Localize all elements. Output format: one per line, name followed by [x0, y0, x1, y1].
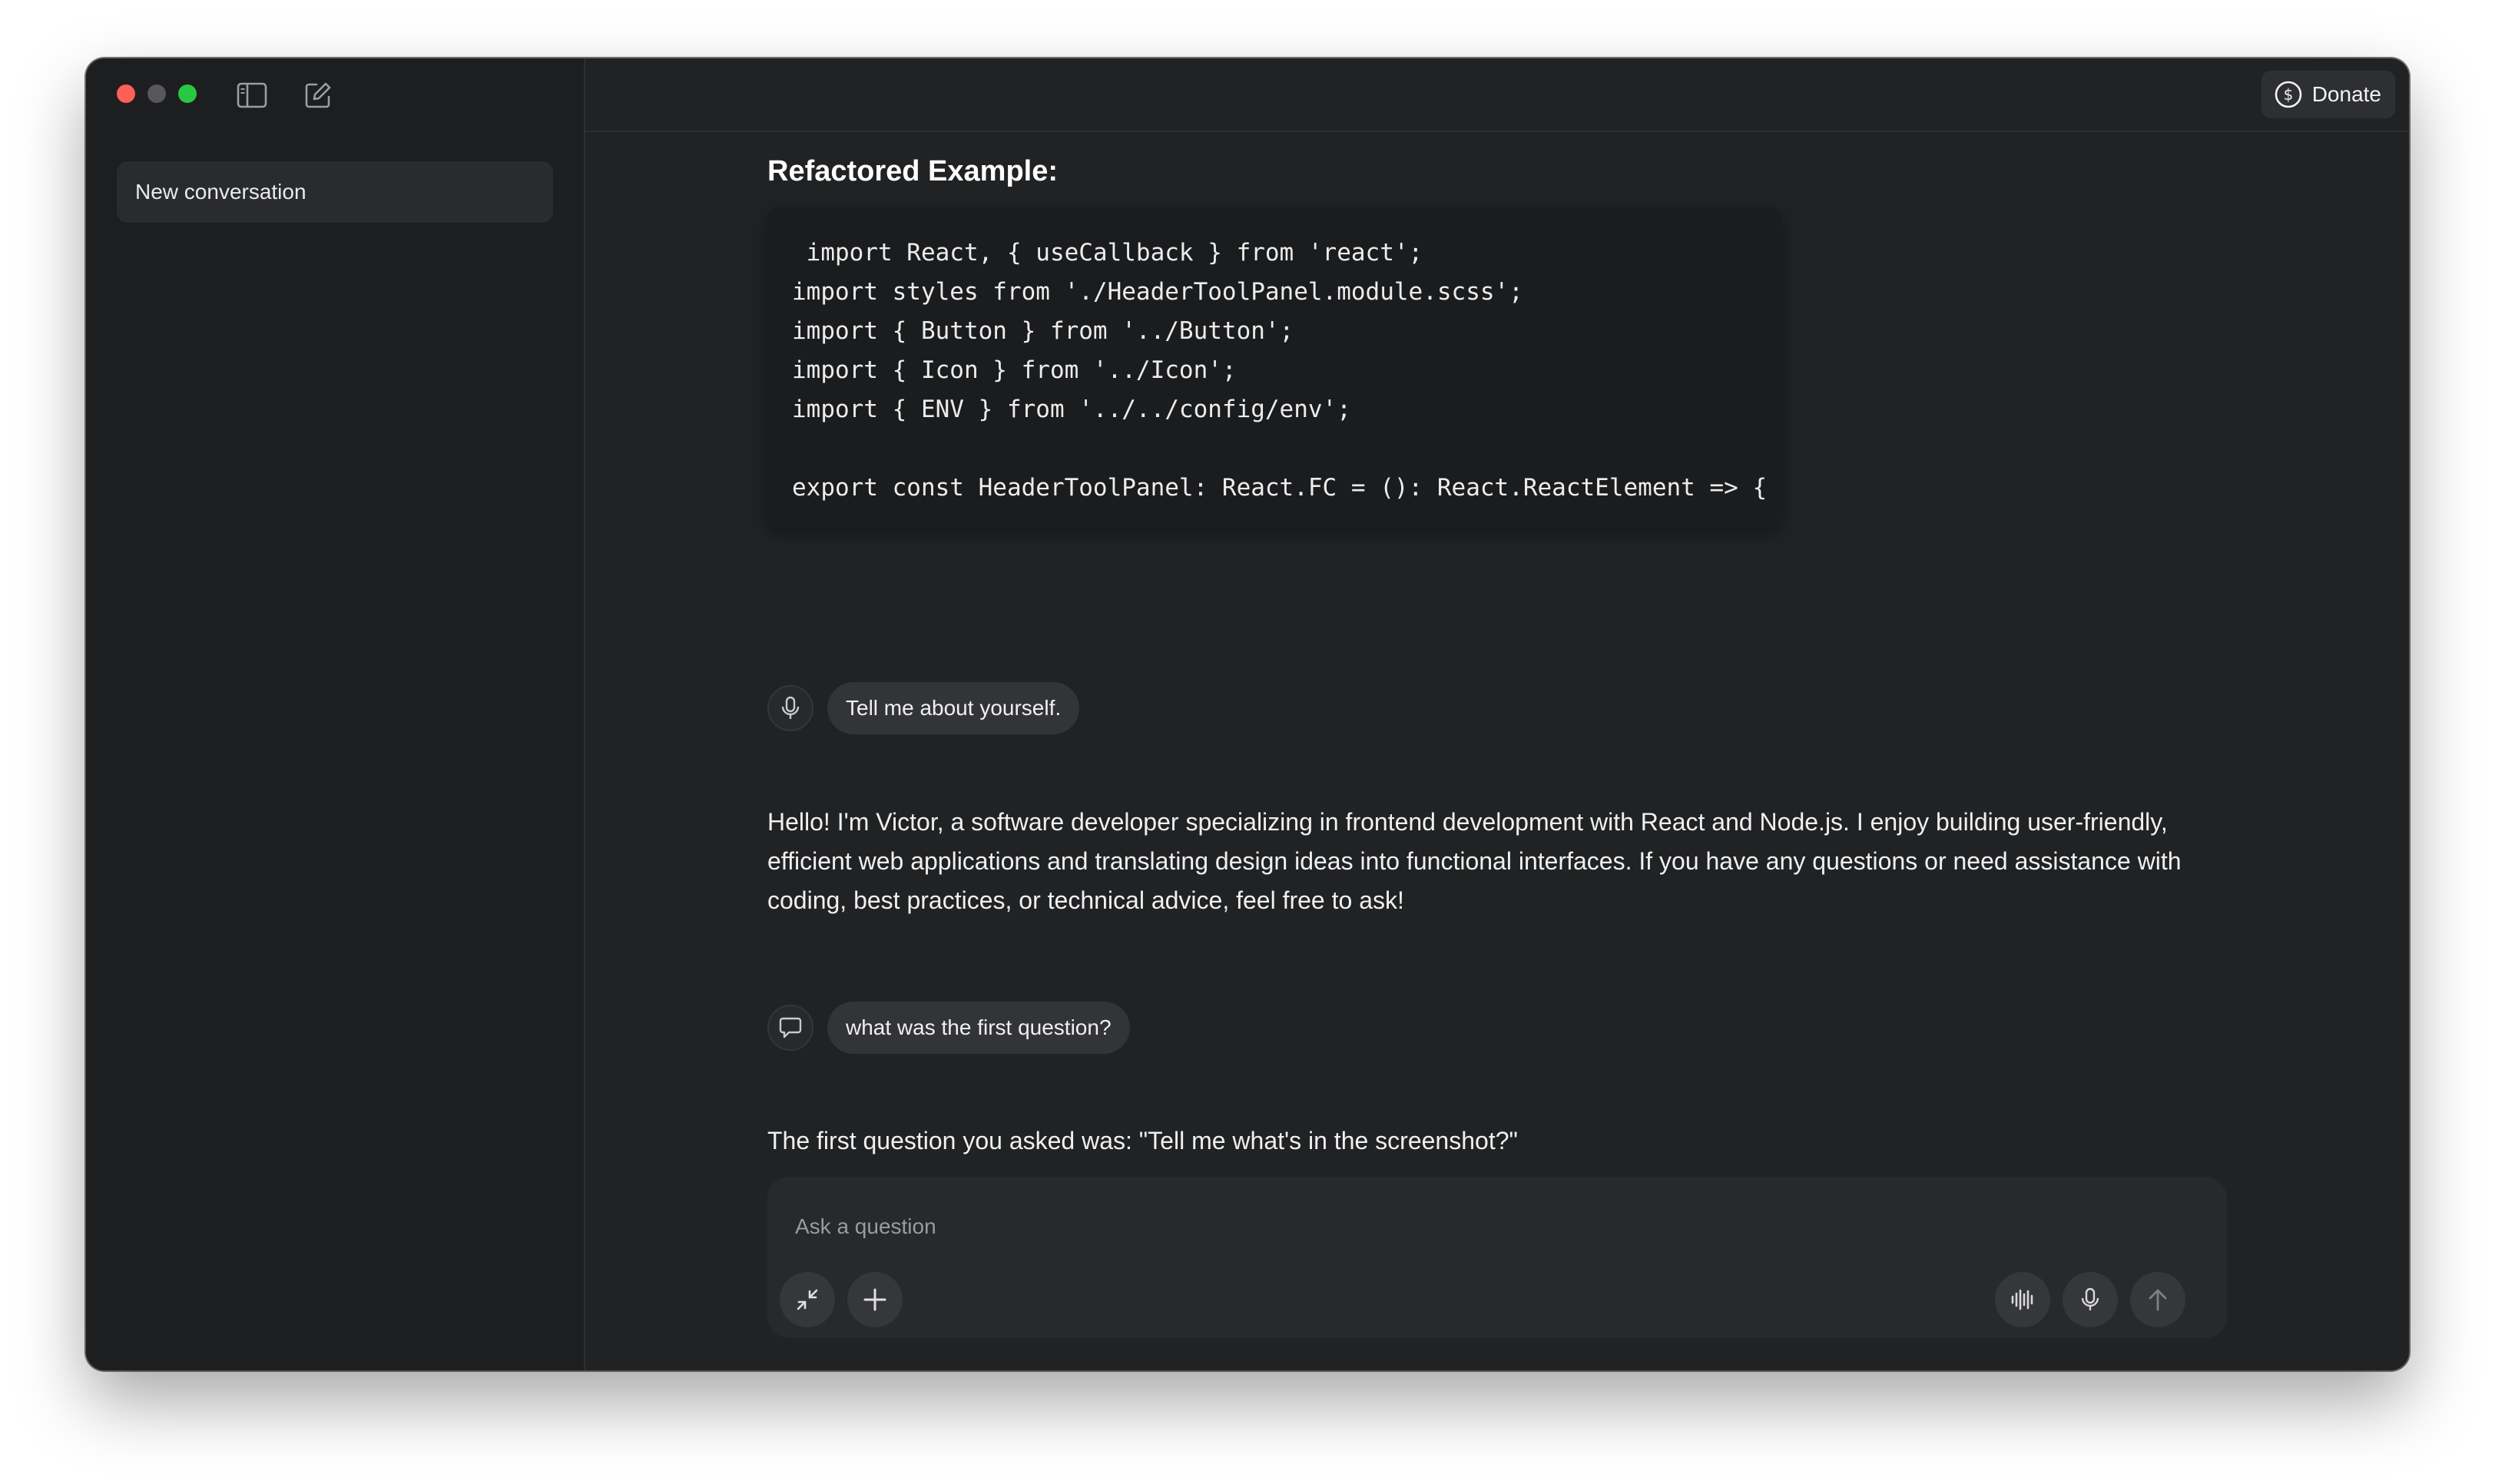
assistant-message: Hello! I'm Victor, a software developer … [767, 808, 2182, 914]
compose-icon [305, 82, 331, 108]
user-message-row: Tell me about yourself. [767, 682, 1080, 734]
arrow-up-icon [2149, 1289, 2167, 1311]
collapse-arrows-icon [797, 1289, 818, 1310]
chat-bubble-icon [779, 1017, 802, 1038]
microphone-icon [781, 696, 800, 719]
user-message-row: what was the first question? [767, 1002, 1130, 1054]
app-window: New conversation $ Donate Refactored Exa… [86, 58, 2409, 1370]
attach-button[interactable] [847, 1272, 903, 1327]
collapse-button[interactable] [780, 1272, 835, 1327]
window-controls [117, 84, 197, 103]
waveform-icon [2011, 1289, 2033, 1310]
assistant-message: The first question you asked was: "Tell … [767, 1127, 1518, 1154]
sidebar: New conversation [86, 58, 585, 1370]
user-message-icon [767, 1005, 813, 1051]
conversation-item[interactable]: New conversation [117, 161, 553, 223]
dollar-circle-icon: $ [2275, 81, 2302, 108]
user-message-bubble: Tell me about yourself. [827, 682, 1080, 734]
top-bar: $ Donate [585, 58, 2409, 132]
conversation-item-label: New conversation [135, 180, 306, 204]
donate-button[interactable]: $ Donate [2261, 71, 2395, 118]
svg-text:$: $ [2283, 85, 2293, 104]
plus-icon [863, 1288, 886, 1311]
microphone-icon [2081, 1287, 2099, 1310]
maximize-window-button[interactable] [178, 84, 197, 103]
question-input[interactable] [794, 1207, 2179, 1246]
send-button[interactable] [2130, 1272, 2185, 1327]
code-block: import React, { useCallback } from 'reac… [767, 207, 1781, 527]
message-composer [767, 1177, 2227, 1338]
new-conversation-button[interactable] [303, 80, 333, 111]
close-window-button[interactable] [117, 84, 135, 103]
main-panel: $ Donate Refactored Example: import Reac… [585, 58, 2409, 1370]
user-message-icon [767, 685, 813, 731]
dictation-button[interactable] [2063, 1272, 2118, 1327]
user-message-bubble: what was the first question? [827, 1002, 1130, 1054]
minimize-window-button[interactable] [147, 84, 166, 103]
voice-mode-button[interactable] [1995, 1272, 2050, 1327]
sidebar-toggle-icon [237, 82, 267, 108]
donate-label: Donate [2311, 82, 2381, 106]
sidebar-toggle-button[interactable] [237, 80, 267, 111]
section-title: Refactored Example: [767, 155, 1059, 187]
